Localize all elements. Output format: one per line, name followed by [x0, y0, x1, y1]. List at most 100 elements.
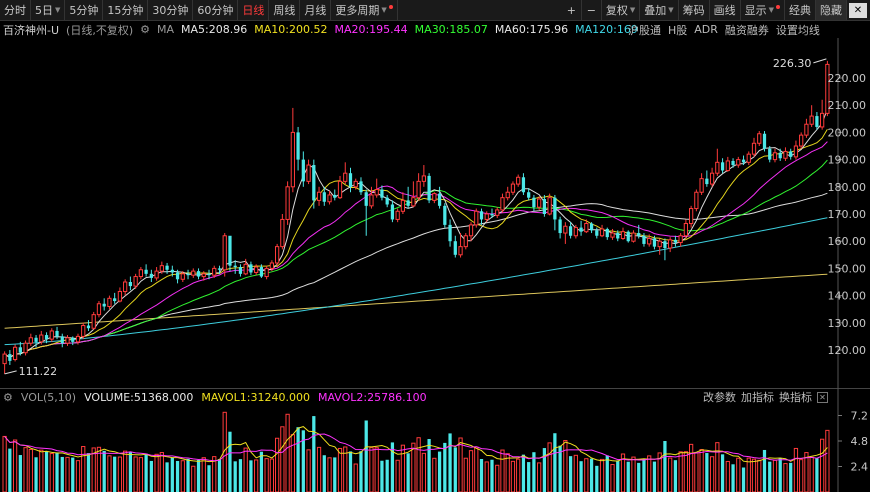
volume-bar	[479, 459, 484, 492]
close-indicator-icon[interactable]: ✕	[817, 391, 828, 403]
close-icon[interactable]: ✕	[849, 3, 867, 18]
volume-bar	[400, 444, 406, 492]
period-tab[interactable]: 5分钟	[65, 0, 104, 20]
ma5-line	[4, 108, 828, 359]
candle-body	[746, 153, 751, 163]
yincang-button[interactable]: 隐藏	[816, 0, 847, 20]
candle-body	[359, 181, 363, 193]
volume-bar	[18, 455, 22, 492]
volume-bar	[495, 464, 500, 492]
volume-bar	[715, 442, 720, 492]
volume-bar	[385, 459, 389, 492]
xianshi-button[interactable]: 显示 ▼	[741, 0, 785, 20]
candle-body	[757, 133, 762, 144]
period-tab-label: 15分钟	[107, 4, 144, 17]
volume-bar	[228, 431, 232, 492]
candle-body	[453, 241, 457, 255]
candle-body	[322, 192, 326, 202]
fuquan-button[interactable]: 复权 ▼	[602, 0, 641, 20]
candle-body	[631, 232, 636, 242]
right-tab[interactable]: 融资融券	[725, 22, 769, 38]
period-tab[interactable]: 月线	[300, 0, 332, 20]
candle-body	[820, 112, 825, 128]
volume-bar	[579, 461, 583, 492]
right-tab[interactable]: 设置均线	[776, 22, 820, 38]
min-pointer	[4, 370, 17, 375]
candle-body	[416, 180, 421, 199]
indicator-tool-button[interactable]: 加指标	[741, 389, 774, 405]
huaxian-button[interactable]: 画线	[710, 0, 741, 20]
diejia-button[interactable]: 叠加 ▼	[640, 0, 679, 20]
volume-bar	[683, 451, 689, 492]
right-tab[interactable]: H股	[668, 22, 687, 38]
jingdian-button[interactable]: 经典	[785, 0, 816, 20]
period-tab[interactable]: 30分钟	[148, 0, 194, 20]
indicator-tool-button[interactable]: 换指标	[779, 389, 812, 405]
volume-bar	[626, 461, 630, 492]
candle-body	[510, 183, 516, 193]
zoom-in-button[interactable]: +	[562, 0, 582, 20]
chouma-button[interactable]: 筹码	[679, 0, 710, 20]
volume-bar	[348, 451, 353, 492]
volume-bar	[490, 459, 494, 492]
candle-body	[715, 161, 720, 174]
volume-bar	[768, 461, 772, 492]
candle-body	[484, 213, 489, 220]
period-tab[interactable]: 更多周期 ▼	[331, 0, 398, 20]
volume-bar	[296, 427, 300, 492]
candle-body	[537, 198, 542, 208]
candle-body	[579, 227, 583, 232]
y-tick-label: 130.00	[828, 317, 867, 330]
y-tick-label: 140.00	[828, 290, 867, 303]
candle-body	[458, 246, 463, 256]
period-tab[interactable]: 5日 ▼	[31, 0, 66, 20]
right-tab[interactable]: ADR	[694, 23, 718, 36]
right-tab[interactable]: 沪股通	[628, 22, 661, 38]
period-tab[interactable]: 15分钟	[103, 0, 149, 20]
candle-body	[180, 273, 185, 280]
period-tab-label: 周线	[273, 4, 296, 17]
ma-value: MA20:195.44	[334, 23, 408, 36]
volume-bar	[542, 448, 547, 492]
vol-value: MAVOL1:31240.000	[201, 390, 310, 404]
volume-bar	[180, 460, 185, 492]
period-tab[interactable]: 日线	[238, 0, 270, 20]
period-tab[interactable]: 60分钟	[193, 0, 239, 20]
candle-body	[616, 233, 620, 239]
candle-body	[337, 180, 343, 199]
indicator-tool-button[interactable]: 改参数	[703, 389, 736, 405]
kline-chart[interactable]: 120.00 130.00 140.00 150.00 160.00 170.00 180.…	[0, 0, 870, 492]
candle-body	[117, 291, 123, 302]
period-tab[interactable]: 分时	[0, 0, 31, 20]
gear-icon[interactable]: ⚙	[140, 23, 150, 36]
volume-bar	[369, 447, 374, 492]
candle-body	[468, 224, 474, 237]
candle-body	[348, 173, 353, 187]
volume-bar	[668, 457, 673, 492]
candle-body	[516, 176, 521, 185]
volume-bar	[647, 455, 652, 492]
period-tab-label: 分时	[4, 4, 26, 17]
candle-body	[789, 151, 793, 157]
candle-body	[327, 194, 332, 203]
volume-bar	[243, 447, 248, 492]
volume-bar	[337, 447, 343, 492]
candle-body	[527, 192, 531, 198]
volume-bar	[343, 446, 348, 492]
zoom-out-button[interactable]: −	[582, 0, 602, 20]
candle-body	[12, 346, 18, 361]
candle-body	[269, 262, 275, 269]
chart-mode: (日线,不复权)	[66, 23, 134, 37]
candle-body	[81, 325, 86, 337]
y-tick-label: 160.00	[828, 235, 867, 248]
candle-body	[553, 197, 557, 220]
volume-bar	[746, 457, 751, 492]
volume-bar	[333, 457, 337, 492]
volume-bar	[353, 463, 358, 492]
volume-bar	[657, 452, 662, 492]
volume-bar	[364, 420, 368, 492]
gear-icon[interactable]: ⚙	[3, 391, 13, 404]
candle-body	[233, 265, 237, 268]
candle-body	[809, 115, 814, 125]
period-tab[interactable]: 周线	[269, 0, 301, 20]
